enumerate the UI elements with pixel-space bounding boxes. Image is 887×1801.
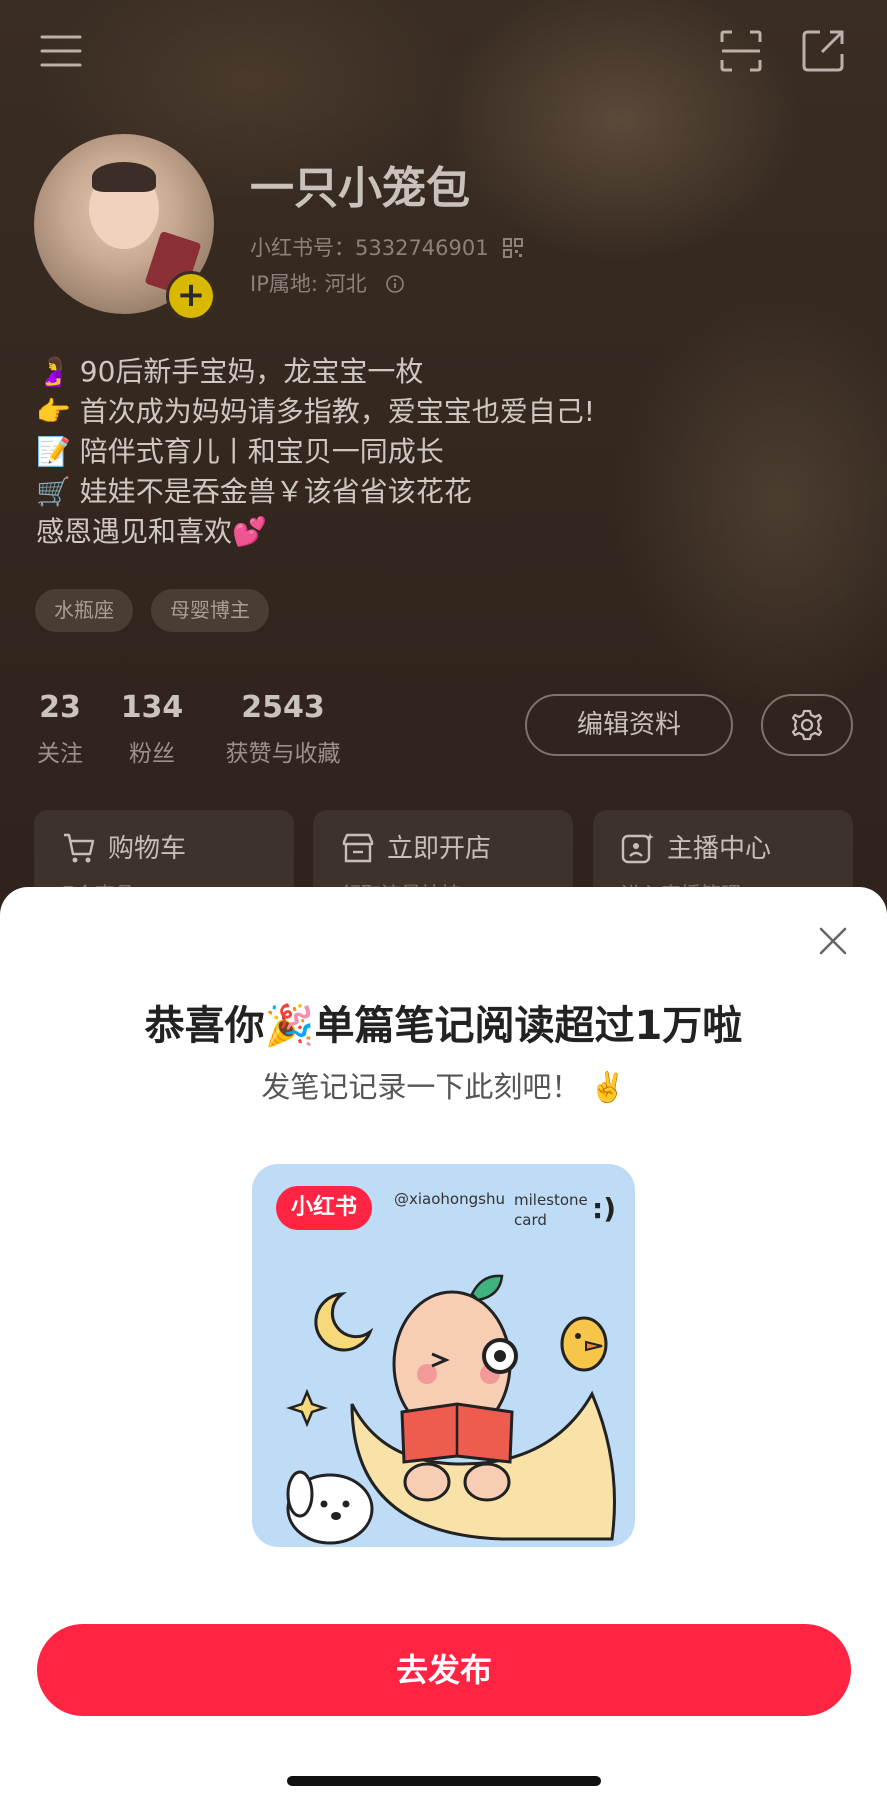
profile-id: 小红书号：5332746901 [250,236,489,260]
stat-likes-label: 获赞与收藏 [225,741,341,767]
profile-name: 一只小笼包 [250,163,470,214]
stat-followers-label: 粉丝 [129,741,175,767]
edit-profile-button[interactable]: 编辑资料 [525,694,733,756]
profile-id-row: 小红书号：5332746901 [250,232,524,262]
cart-icon [64,833,95,863]
stat-likes[interactable]: 2543 获赞与收藏 [218,690,348,768]
close-icon[interactable] [812,920,854,962]
bio-line: 🤰 90后新手宝妈，龙宝宝一枚 [36,355,424,388]
dog-ear [286,1470,314,1518]
mascot-cheek-left [417,1364,437,1384]
profile-bio: 🤰 90后新手宝妈，龙宝宝一枚 👉 首次成为妈妈请多指教，爱宝宝也爱自己! 📝 … [36,352,595,552]
tile-cart-title: 购物车 [108,834,187,864]
mascot-monocle-pupil [494,1350,506,1362]
dog-eye [320,1500,328,1508]
bio-line: 🛒 娃娃不是吞金兽￥该省省该花花 [36,475,472,508]
profile-ip-row: IP属地: 河北 [250,268,405,298]
stat-following-label: 关注 [37,741,83,767]
duck-eye [575,1333,581,1339]
star-shape [286,1388,328,1428]
profile-ip: IP属地: 河北 [250,272,367,296]
stat-followers[interactable]: 134 粉丝 [118,690,186,768]
stat-following[interactable]: 23 关注 [30,690,90,768]
dog-nose [331,1512,341,1520]
avatar-baby-hair [92,162,156,192]
share-icon[interactable] [800,28,846,74]
menu-icon[interactable] [38,28,84,74]
mascot-foot-right [463,1462,511,1502]
settings-button[interactable] [761,694,853,756]
stat-followers-count: 134 [120,690,184,725]
home-indicator [287,1776,601,1786]
profile-tags: 水瓶座 母婴博主 [35,589,269,632]
publish-button[interactable]: 去发布 [37,1624,851,1716]
bio-line: 感恩遇见和喜欢💕 [36,515,267,548]
milestone-card: 小红书 @xiaohongshu milestone card :) [252,1164,635,1547]
dog-eye [342,1500,350,1508]
tile-anchor-title: 主播中心 [667,834,772,864]
shop-icon [342,833,374,863]
stat-following-count: 23 [39,690,81,725]
tag-zodiac[interactable]: 水瓶座 [35,589,133,632]
add-avatar-button[interactable]: + [166,271,216,321]
scan-icon[interactable] [718,28,764,74]
mascot-illustration [286,1274,616,1545]
moon-shape [314,1292,374,1352]
gear-icon [791,709,823,741]
duck-body [560,1316,608,1372]
sheet-subtitle: 发笔记记录一下此刻吧！ ✌️ [261,1070,626,1104]
info-icon[interactable] [385,274,405,294]
anchor-icon [621,833,654,864]
qr-code-icon[interactable] [503,238,524,258]
bio-line: 📝 陪伴式育儿丨和宝贝一同成长 [36,435,444,468]
mascot-foot-left [403,1462,451,1502]
tag-category[interactable]: 母婴博主 [151,589,269,632]
bio-line: 👉 首次成为妈妈请多指教，爱宝宝也爱自己! [36,395,595,428]
mascot-sprout [470,1274,504,1302]
tile-shop-title: 立即开店 [387,834,492,864]
sheet-title: 恭喜你🎉单篇笔记阅读超过1万啦 [144,1003,743,1049]
stat-likes-count: 2543 [241,690,325,725]
